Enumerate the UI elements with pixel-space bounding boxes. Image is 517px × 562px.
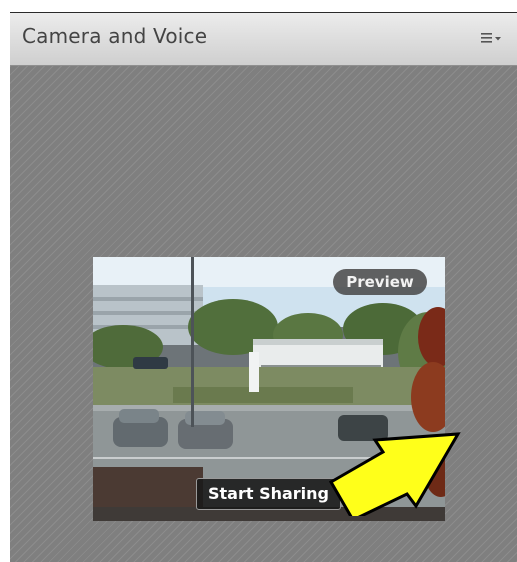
pod-title: Camera and Voice — [22, 24, 208, 48]
start-sharing-button[interactable]: Start Sharing — [196, 478, 341, 510]
pod-header: Camera and Voice — [10, 13, 517, 66]
menu-dropdown-icon[interactable] — [479, 29, 505, 49]
preview-badge: Preview — [333, 269, 427, 295]
pointer-arrow-icon — [328, 432, 461, 516]
